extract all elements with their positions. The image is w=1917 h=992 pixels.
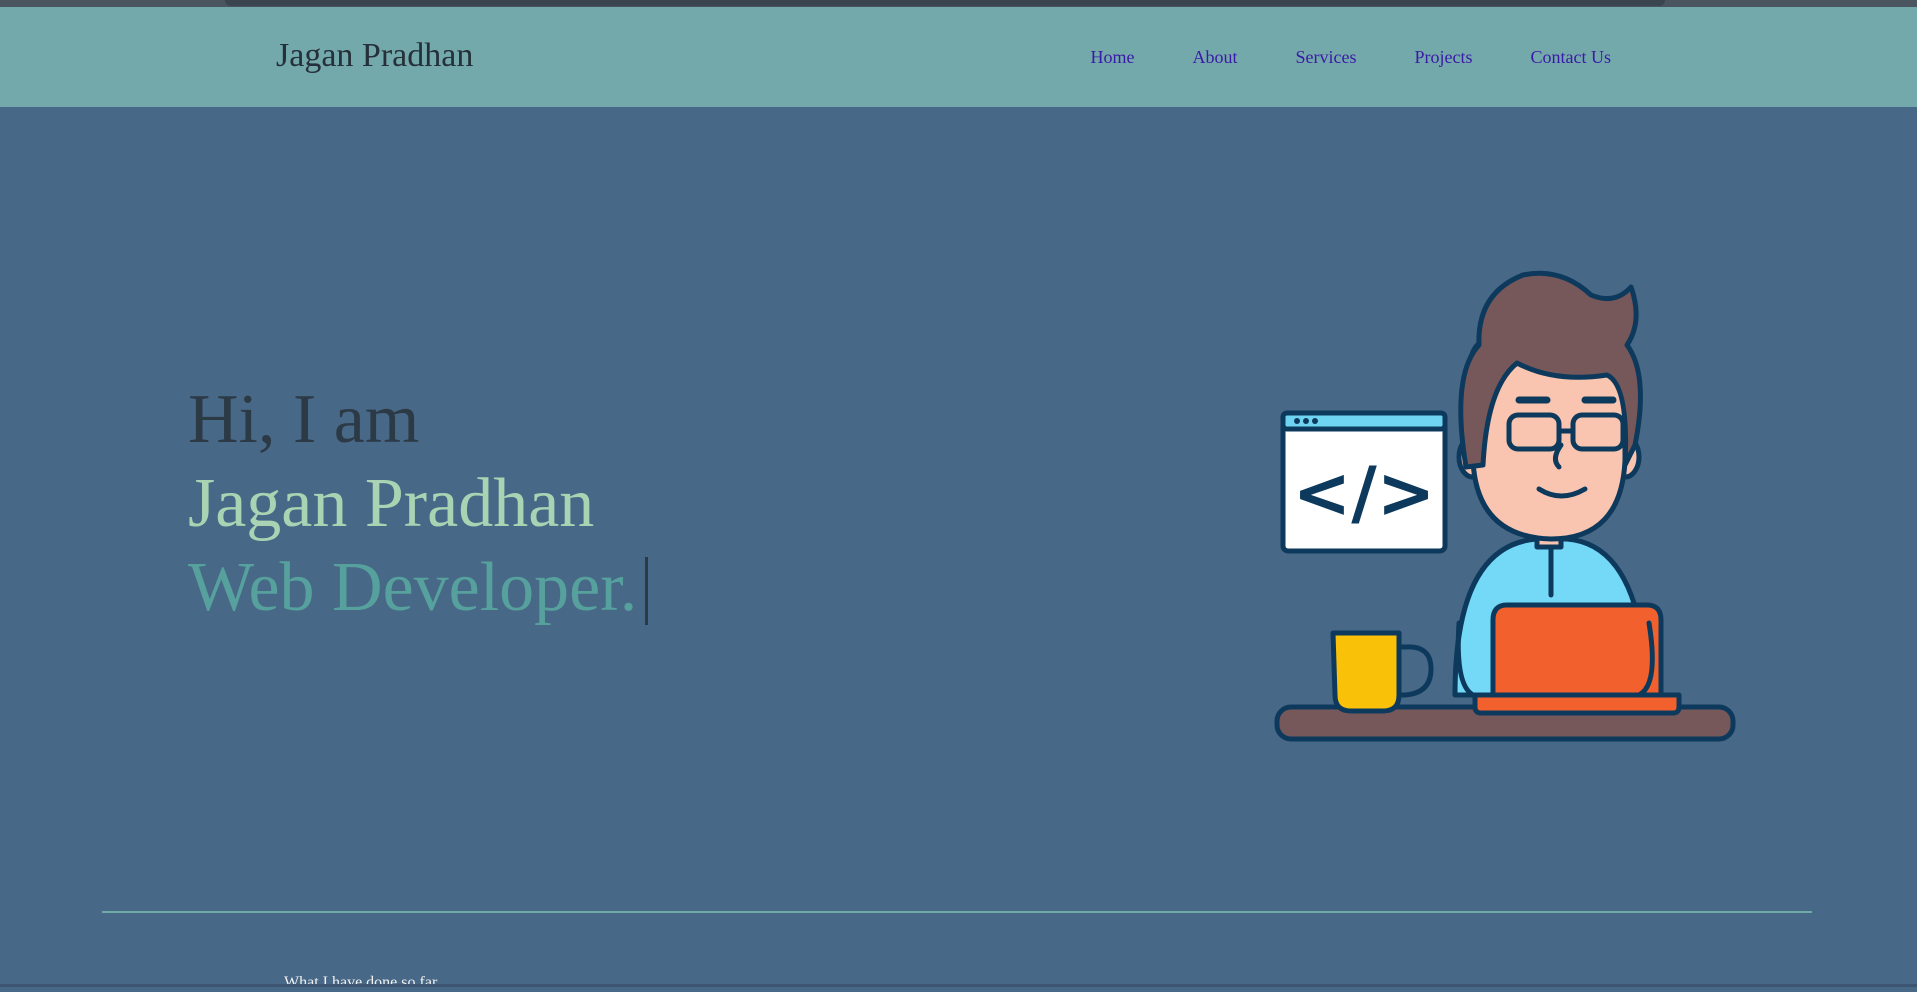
developer-illustration: </> [1274, 270, 1736, 742]
hero-intro: Hi, I am Jagan Pradhan Web Developer. [188, 378, 649, 630]
nav-link-projects[interactable]: Projects [1415, 47, 1473, 68]
browser-top-strip-inner [225, 0, 1665, 6]
navbar: Jagan Pradhan Home About Services Projec… [0, 7, 1917, 107]
hero-role-line: Web Developer. [188, 546, 649, 630]
section-teaser-text: What I have done so far [284, 974, 438, 991]
hero-name: Jagan Pradhan [188, 465, 595, 542]
code-tag-icon: </> [1293, 452, 1436, 534]
hero-greeting: Hi, I am [188, 381, 420, 458]
brand-logo-text[interactable]: Jagan Pradhan [276, 37, 473, 75]
nav-link-services[interactable]: Services [1296, 47, 1357, 68]
browser-top-strip [0, 0, 1917, 7]
nav-link-contact-us[interactable]: Contact Us [1531, 47, 1612, 68]
typing-cursor [645, 557, 649, 625]
hero-role-typed-text: Web Developer. [188, 549, 638, 626]
nav-link-about[interactable]: About [1193, 47, 1238, 68]
section-divider [102, 911, 1812, 913]
nav-link-home[interactable]: Home [1091, 47, 1135, 68]
nav-menu: Home About Services Projects Contact Us [1091, 47, 1611, 68]
